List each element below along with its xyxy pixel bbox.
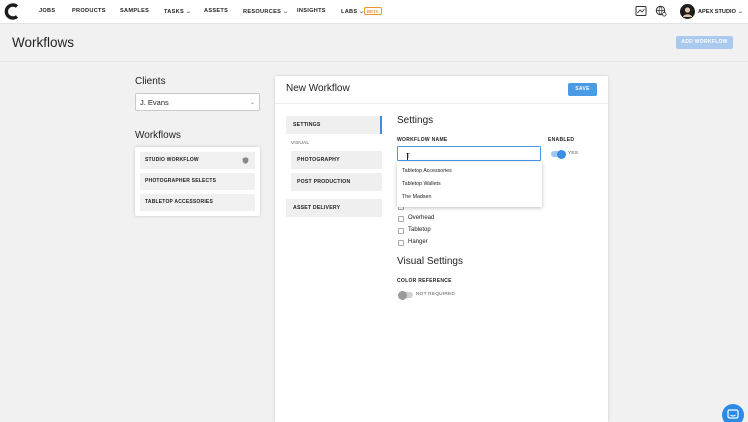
account-name-label: APEX STUDIO bbox=[698, 9, 736, 15]
chevron-down-icon: ⌄ bbox=[737, 9, 744, 15]
tab-post-production[interactable]: POST PRODUCTION bbox=[291, 173, 382, 191]
chevron-down-icon: ⌄ bbox=[282, 9, 290, 15]
workflow-list: STUDIO WORKFLOW PHOTOGRAPHER SELECTS TAB… bbox=[135, 147, 260, 216]
suggestion-item[interactable]: The Madsen bbox=[402, 194, 431, 200]
workflow-item-studio[interactable]: STUDIO WORKFLOW bbox=[140, 152, 255, 169]
checkbox-label: Hanger bbox=[408, 239, 428, 245]
nav-labs-label: LABS bbox=[341, 9, 358, 15]
workflow-item-label: STUDIO WORKFLOW bbox=[145, 157, 199, 163]
color-reference-value: NOT REQUIRED bbox=[416, 292, 456, 297]
nav-samples[interactable]: SAMPLES bbox=[120, 8, 149, 14]
shield-icon bbox=[242, 157, 249, 164]
checkbox-label: Tabletop bbox=[408, 227, 431, 233]
visual-settings-title: Visual Settings bbox=[397, 256, 463, 267]
nav-products[interactable]: PRODUCTS bbox=[72, 8, 106, 14]
globe-settings-icon[interactable] bbox=[655, 5, 667, 17]
tab-asset-delivery[interactable]: ASSET DELIVERY bbox=[286, 199, 382, 217]
client-select-value: J. Evans bbox=[140, 98, 169, 107]
avatar[interactable] bbox=[680, 4, 695, 19]
chat-button[interactable] bbox=[722, 404, 744, 422]
workflows-heading: Workflows bbox=[135, 130, 181, 141]
nav-resources-label: RESOURCES bbox=[243, 9, 282, 15]
suggestion-item[interactable]: Tabletop Accessories bbox=[402, 168, 452, 174]
enabled-value: YES bbox=[568, 151, 579, 156]
nav-jobs[interactable]: JOBS bbox=[39, 8, 55, 14]
editor-divider bbox=[275, 103, 608, 104]
workflow-name-input[interactable]: T bbox=[397, 146, 541, 161]
toggle-knob bbox=[398, 290, 407, 300]
save-button[interactable]: SAVE bbox=[568, 83, 597, 96]
checkbox-box[interactable] bbox=[398, 240, 404, 246]
visual-group-label: VISUAL bbox=[291, 141, 310, 146]
workflow-item-label: PHOTOGRAPHER SELECTS bbox=[145, 178, 217, 184]
nav-assets[interactable]: ASSETS bbox=[204, 8, 228, 14]
header-divider bbox=[0, 61, 748, 62]
nav-insights[interactable]: INSIGHTS bbox=[297, 8, 326, 14]
workflow-item-label: TABLETOP ACCESSORIES bbox=[145, 199, 213, 205]
client-select[interactable]: J. Evans ⌄ bbox=[135, 93, 260, 111]
workflow-item-tabletop[interactable]: TABLETOP ACCESSORIES bbox=[140, 194, 255, 211]
settings-title: Settings bbox=[397, 115, 434, 126]
tab-settings[interactable]: SETTINGS bbox=[286, 116, 382, 134]
beta-badge: BETA bbox=[364, 7, 382, 15]
checkbox-label: Overhead bbox=[408, 215, 435, 221]
enabled-label: ENABLED bbox=[548, 137, 575, 143]
workflow-item-photographer[interactable]: PHOTOGRAPHER SELECTS bbox=[140, 173, 255, 190]
color-reference-label: COLOR REFERENCE bbox=[397, 278, 452, 284]
nav-tasks-label: TASKS bbox=[164, 9, 185, 15]
nav-labs[interactable]: LABS⌄ bbox=[341, 8, 365, 15]
nav-tasks[interactable]: TASKS⌄ bbox=[164, 8, 193, 15]
add-workflow-button[interactable]: ADD WORKFLOW bbox=[676, 36, 733, 49]
top-nav: JOBS PRODUCTS SAMPLES TASKS⌄ ASSETS RESO… bbox=[0, 0, 748, 24]
enabled-toggle[interactable] bbox=[551, 149, 566, 159]
editor-title: New Workflow bbox=[286, 83, 350, 94]
suggestion-item[interactable]: Tabletop Wallets bbox=[402, 181, 441, 187]
brand-logo-icon[interactable] bbox=[4, 3, 20, 20]
user-avatar-icon bbox=[683, 7, 692, 17]
name-suggestions-dropdown: Tabletop Accessories Tabletop Wallets Th… bbox=[397, 162, 542, 207]
text-caret bbox=[406, 153, 408, 160]
chat-icon bbox=[727, 409, 739, 419]
account-name[interactable]: APEX STUDIO⌄ bbox=[698, 8, 744, 15]
tab-photography[interactable]: PHOTOGRAPHY bbox=[291, 151, 382, 169]
color-reference-toggle[interactable] bbox=[398, 290, 413, 300]
nav-resources[interactable]: RESOURCES⌄ bbox=[243, 8, 290, 15]
workflow-name-label: WORKFLOW NAME bbox=[397, 137, 448, 143]
chevron-down-icon: ⌄ bbox=[249, 100, 255, 106]
toggle-knob bbox=[557, 149, 566, 159]
chevron-down-icon: ⌄ bbox=[185, 9, 193, 15]
checkbox-box[interactable] bbox=[398, 216, 404, 222]
page-title: Workflows bbox=[12, 35, 75, 50]
checkbox-box[interactable] bbox=[398, 228, 404, 234]
clients-heading: Clients bbox=[135, 76, 166, 87]
chart-icon[interactable] bbox=[635, 5, 647, 17]
